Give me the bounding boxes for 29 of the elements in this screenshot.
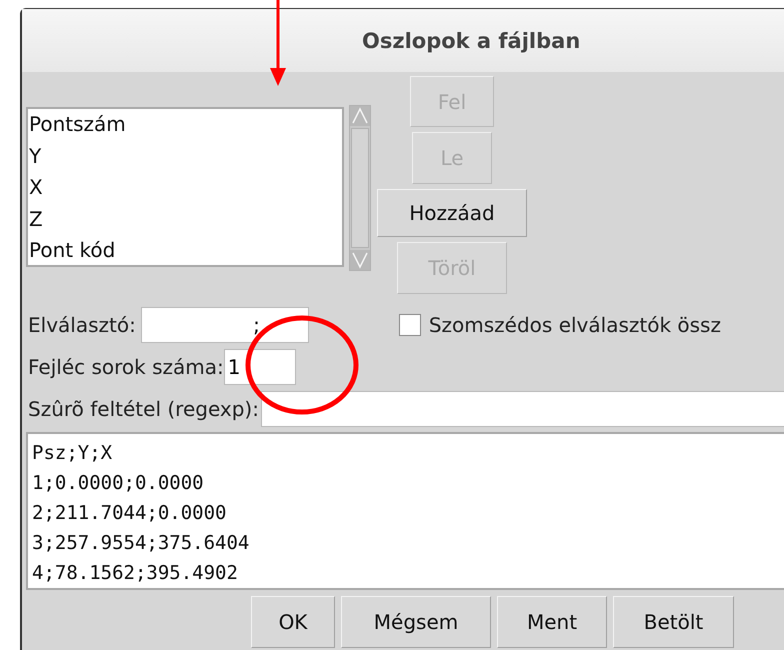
preview-line: 3;257.9554;375.6404 xyxy=(32,531,250,556)
scroll-down-icon[interactable] xyxy=(350,250,370,270)
preview-line: 1;0.0000;0.0000 xyxy=(32,471,205,496)
list-item[interactable]: Pontszám xyxy=(29,109,342,140)
scroll-up-icon[interactable] xyxy=(350,106,370,126)
dialog-button[interactable]: OK xyxy=(251,596,335,648)
window-title: Oszlopok a fájlban xyxy=(362,28,580,52)
preview-line: 4;78.1562;395.4902 xyxy=(32,561,239,586)
checkbox-label: Szomszédos elválasztók össz xyxy=(428,313,721,337)
list-item[interactable]: X xyxy=(29,172,342,204)
dialog-button[interactable]: Betölt xyxy=(613,596,734,648)
list-item[interactable]: Y xyxy=(29,140,342,172)
separator-label: Elválasztó: xyxy=(28,313,136,337)
filter-label: Szûrõ feltétel (regexp): xyxy=(28,397,259,421)
separator-field[interactable]: ; xyxy=(140,307,309,343)
column-list[interactable]: Pontszám Y X Z Pont kód xyxy=(26,107,344,267)
checkbox[interactable] xyxy=(398,314,421,336)
scrollbar[interactable] xyxy=(349,105,371,271)
header-rows-label: Fejléc sorok száma: xyxy=(28,355,224,379)
preview-line: 2;211.7044;0.0000 xyxy=(32,501,228,526)
list-button[interactable]: Hozzáad xyxy=(377,189,527,237)
preview-text-area[interactable]: Psz;Y;X 1;0.0000;0.0000 2;211.7044;0.0000 3;257.9554;375.6404 4;78.1562;395.4902 xyxy=(26,432,784,590)
list-item[interactable]: Z xyxy=(29,204,342,235)
preview-line: Psz;Y;X xyxy=(32,441,114,466)
dialog-button[interactable]: Mégsem xyxy=(341,596,491,648)
dialog-button[interactable]: Ment xyxy=(497,596,607,648)
header-rows-field[interactable]: 1 xyxy=(224,349,296,385)
list-item[interactable]: Pont kód xyxy=(29,235,342,266)
filter-field[interactable] xyxy=(260,391,784,427)
